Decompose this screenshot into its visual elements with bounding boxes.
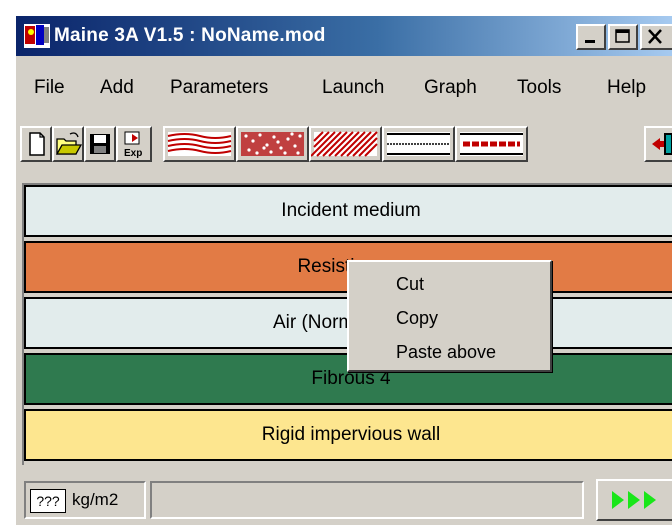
toolbar: Exp bbox=[16, 126, 672, 166]
context-menu-paste-above[interactable]: Paste above bbox=[396, 342, 496, 363]
exit-button[interactable] bbox=[644, 126, 672, 162]
context-menu: Cut Copy Paste above bbox=[347, 260, 552, 372]
app-window: Maine 3A V1.5 : NoName.mod File Add Para… bbox=[14, 14, 672, 525]
menu-file[interactable]: File bbox=[34, 77, 65, 99]
run-button[interactable] bbox=[596, 479, 672, 521]
add-porous-layer-button[interactable] bbox=[236, 126, 309, 162]
context-menu-cut[interactable]: Cut bbox=[396, 274, 424, 295]
layer-label: Incident medium bbox=[281, 200, 421, 221]
menu-tools[interactable]: Tools bbox=[517, 77, 561, 99]
fluid-layer-icon bbox=[167, 132, 232, 156]
septum-layer-icon bbox=[460, 132, 523, 156]
layer-incident-medium[interactable]: Incident medium bbox=[24, 185, 672, 237]
export-icon: Exp bbox=[124, 131, 142, 159]
save-button[interactable] bbox=[84, 126, 116, 162]
porous-layer-icon bbox=[241, 132, 304, 156]
maximize-icon bbox=[615, 29, 630, 43]
minimize-button[interactable] bbox=[576, 24, 606, 50]
minimize-icon bbox=[585, 40, 595, 43]
run-arrows-icon bbox=[612, 491, 656, 509]
surface-density-unit: kg/m2 bbox=[72, 490, 119, 509]
layer-label: Rigid impervious wall bbox=[261, 424, 441, 445]
add-septum-layer-button[interactable] bbox=[455, 126, 528, 162]
status-message-panel bbox=[150, 481, 584, 519]
context-menu-copy[interactable]: Copy bbox=[396, 308, 438, 329]
status-bar: ??? kg/m2 bbox=[16, 471, 672, 525]
open-button[interactable] bbox=[52, 126, 84, 162]
new-file-icon bbox=[29, 132, 45, 156]
add-solid-layer-button[interactable] bbox=[309, 126, 382, 162]
menu-help[interactable]: Help bbox=[607, 77, 646, 99]
screen-layer-icon bbox=[387, 132, 450, 156]
exit-door-icon bbox=[652, 133, 672, 155]
add-screen-layer-button[interactable] bbox=[382, 126, 455, 162]
new-file-button[interactable] bbox=[20, 126, 52, 162]
menu-bar: File Add Parameters Launch Graph Tools H… bbox=[16, 71, 672, 105]
window-title: Maine 3A V1.5 : NoName.mod bbox=[54, 25, 326, 46]
open-folder-icon bbox=[55, 132, 82, 155]
title-bar[interactable]: Maine 3A V1.5 : NoName.mod bbox=[16, 16, 672, 56]
menu-graph[interactable]: Graph bbox=[424, 77, 477, 99]
layer-rigid-wall[interactable]: Rigid impervious wall bbox=[24, 409, 672, 461]
save-disk-icon bbox=[90, 134, 110, 154]
export-button[interactable]: Exp bbox=[116, 126, 152, 162]
surface-density-value: ??? bbox=[30, 489, 66, 513]
maximize-button[interactable] bbox=[608, 24, 638, 50]
add-fluid-layer-button[interactable] bbox=[163, 126, 236, 162]
surface-density-field: ??? kg/m2 bbox=[24, 481, 146, 519]
close-icon bbox=[648, 29, 662, 44]
close-button[interactable] bbox=[640, 24, 672, 50]
solid-layer-icon bbox=[311, 131, 378, 157]
menu-add[interactable]: Add bbox=[100, 77, 134, 99]
menu-parameters[interactable]: Parameters bbox=[170, 77, 268, 99]
app-icon[interactable] bbox=[24, 24, 50, 48]
svg-text:Exp: Exp bbox=[124, 148, 142, 159]
menu-launch[interactable]: Launch bbox=[322, 77, 384, 99]
